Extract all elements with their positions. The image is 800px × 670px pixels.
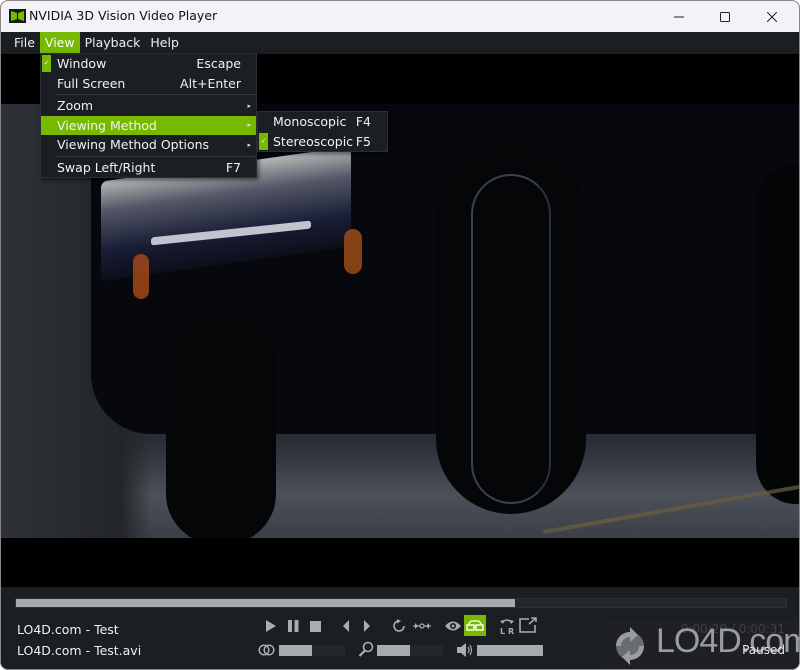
menu-view[interactable]: View <box>39 32 80 53</box>
play-button[interactable] <box>263 617 279 635</box>
pause-button[interactable] <box>285 617 301 635</box>
close-icon <box>767 11 777 22</box>
depth-icon <box>258 644 275 656</box>
media-title: LO4D.com - Test <box>17 622 119 637</box>
volume-button[interactable] <box>455 642 475 658</box>
menu-item-viewing-method-options[interactable]: Viewing Method Options ▸ <box>41 135 256 155</box>
title-bar: NVIDIA 3D Vision Video Player <box>1 1 799 32</box>
menu-item-stereoscopic[interactable]: ✓ Stereoscopic F5 <box>258 132 387 152</box>
zoom-button[interactable] <box>356 640 376 658</box>
3d-vision-toggle-button[interactable] <box>464 615 486 636</box>
shortcut-label: Alt+Enter <box>180 75 241 91</box>
step-back-icon <box>343 620 349 632</box>
play-icon <box>266 620 276 632</box>
submenu-arrow-icon: ▸ <box>247 121 251 130</box>
repeat-icon <box>393 619 405 632</box>
menu-file[interactable]: File <box>9 32 40 53</box>
volume-slider-fill <box>477 645 543 656</box>
menu-item-full-screen[interactable]: Full Screen Alt+Enter <box>41 74 256 94</box>
next-frame-button[interactable] <box>360 617 374 635</box>
menu-item-window[interactable]: ✓ Window Escape <box>41 54 256 74</box>
minimize-icon <box>674 16 684 17</box>
depth-slider[interactable] <box>279 645 345 656</box>
repeat-button[interactable] <box>390 616 408 636</box>
3d-glasses-icon <box>466 619 484 631</box>
playback-status: Paused <box>742 643 785 657</box>
menu-item-zoom[interactable]: Zoom ▸ <box>41 96 256 116</box>
svg-text:R: R <box>508 627 514 635</box>
volume-slider[interactable] <box>477 645 543 656</box>
eye-icon <box>445 621 461 631</box>
seek-bar[interactable] <box>15 598 787 608</box>
minimize-button[interactable] <box>656 1 702 32</box>
step-forward-icon <box>364 620 370 632</box>
viewing-method-submenu: Monoscopic F4 ✓ Stereoscopic F5 <box>257 111 388 152</box>
nvidia-3d-vision-icon <box>9 9 26 23</box>
check-icon: ✓ <box>259 132 268 150</box>
swap-left-right-button[interactable]: LR <box>497 615 517 637</box>
swap-left-right-icon: LR <box>500 619 514 635</box>
submenu-arrow-icon: ▸ <box>247 140 251 149</box>
zoom-slider[interactable] <box>377 645 443 656</box>
ab-loop-button[interactable] <box>412 617 432 635</box>
stop-icon <box>309 620 321 632</box>
zoom-icon <box>358 641 374 657</box>
fullscreen-icon <box>519 617 537 633</box>
menu-item-swap-left-right[interactable]: Swap Left/Right F7 <box>41 158 256 178</box>
depth-slider-fill <box>279 645 312 656</box>
menu-item-viewing-method[interactable]: Viewing Method ▸ <box>41 115 256 135</box>
ab-loop-icon <box>413 623 431 629</box>
fullscreen-button[interactable] <box>518 615 538 635</box>
maximize-icon <box>720 11 730 22</box>
stop-button[interactable] <box>307 617 323 635</box>
menu-help[interactable]: Help <box>145 32 184 53</box>
pause-icon <box>287 620 298 632</box>
check-icon: ✓ <box>42 55 51 72</box>
window-title: NVIDIA 3D Vision Video Player <box>29 8 218 23</box>
maximize-button[interactable] <box>702 1 748 32</box>
volume-icon <box>457 643 473 657</box>
close-button[interactable] <box>749 1 795 32</box>
menu-separator <box>55 94 256 95</box>
menu-bar: File View Playback Help <box>1 32 799 54</box>
file-name: LO4D.com - Test.avi <box>17 643 142 658</box>
previous-frame-button[interactable] <box>339 617 353 635</box>
menu-item-monoscopic[interactable]: Monoscopic F4 <box>258 112 387 132</box>
shortcut-label: Escape <box>196 56 241 72</box>
seek-progress <box>16 599 515 607</box>
shortcut-label: F4 <box>355 114 371 130</box>
svg-text:L: L <box>500 627 505 635</box>
shortcut-label: F7 <box>225 159 241 175</box>
shortcut-label: F5 <box>355 133 371 149</box>
submenu-arrow-icon: ▸ <box>247 101 251 110</box>
lo4d-logo-icon <box>616 627 644 665</box>
depth-button[interactable] <box>257 643 277 657</box>
view-menu-dropdown: ✓ Window Escape Full Screen Alt+Enter Zo… <box>40 53 257 178</box>
menu-playback[interactable]: Playback <box>80 32 146 53</box>
eye-button[interactable] <box>443 617 463 635</box>
zoom-slider-fill <box>377 645 410 656</box>
menu-separator <box>55 155 256 157</box>
app-window: NVIDIA 3D Vision Video Player File View … <box>0 0 800 670</box>
